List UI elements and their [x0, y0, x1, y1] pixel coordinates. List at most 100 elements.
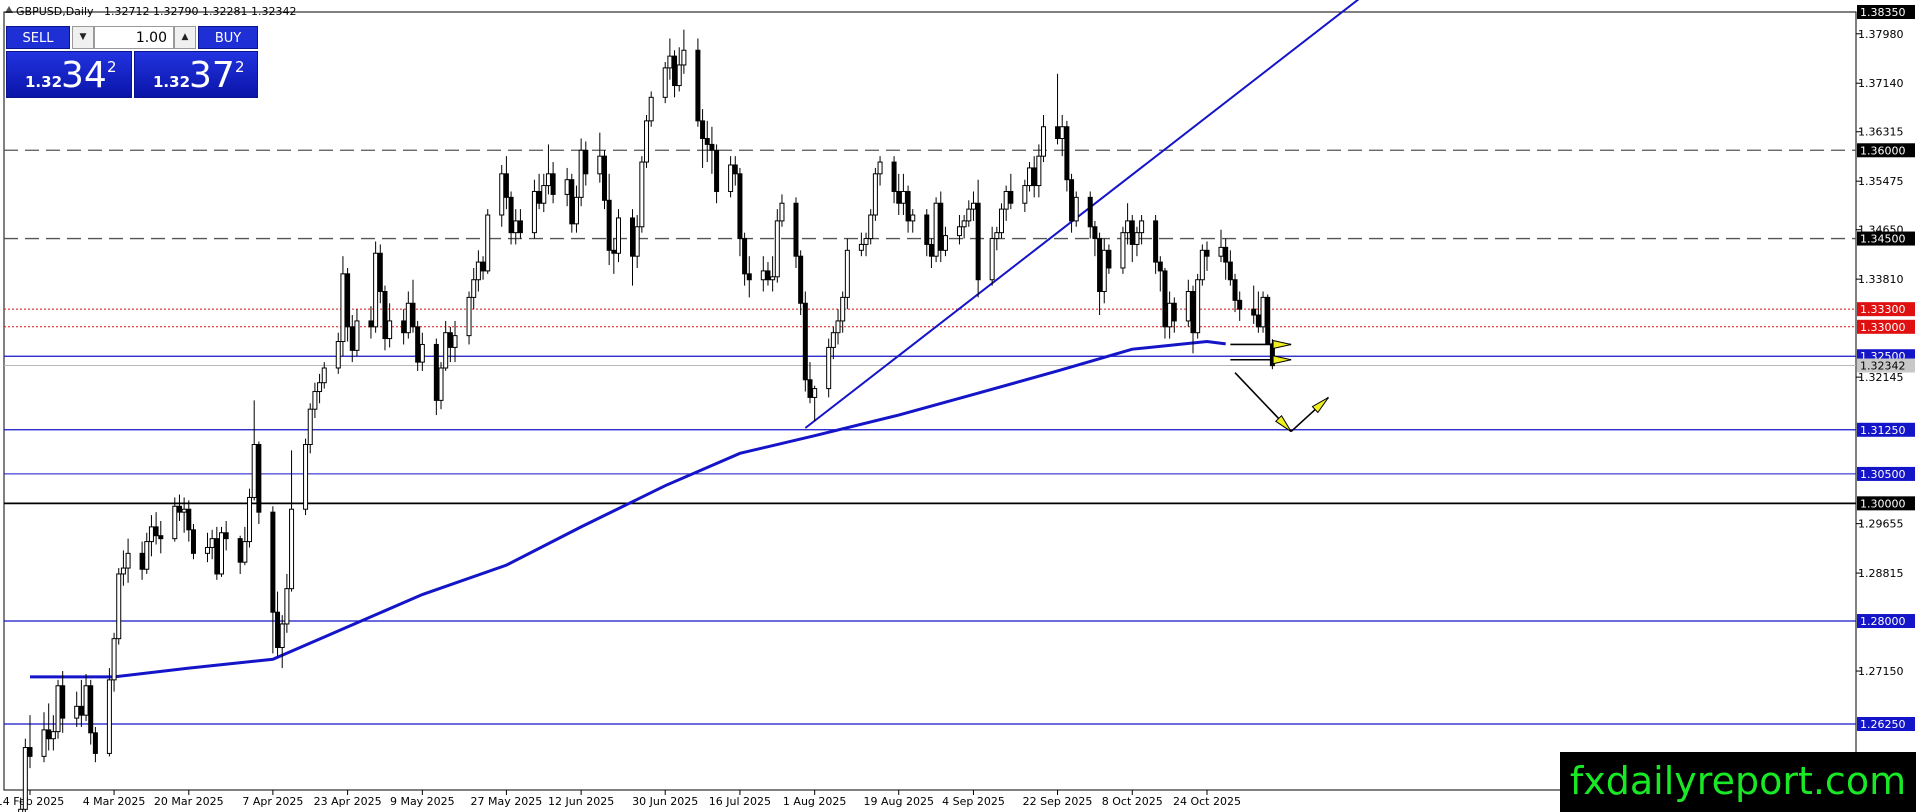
candle-body [1204, 249, 1210, 257]
price-chart[interactable]: GBPUSD,Daily 1.32712 1.32790 1.32281 1.3… [0, 0, 1916, 812]
candle-body [1101, 249, 1107, 293]
candle-body [896, 190, 902, 204]
chart-window[interactable]: GBPUSD,Daily 1.32712 1.32790 1.32281 1.3… [0, 0, 1916, 812]
candle-body [1162, 270, 1168, 328]
candle-body [956, 226, 962, 237]
candle-body [793, 202, 799, 257]
candle-body [700, 120, 706, 140]
candle-body [125, 552, 131, 569]
lot-increase-button[interactable]: ▲ [174, 26, 196, 49]
candle-body [443, 332, 449, 369]
bid-price-sup: 2 [107, 58, 117, 76]
candle-body [994, 232, 1000, 240]
candle-body [78, 705, 84, 716]
candle-body [340, 273, 346, 343]
candle-body [536, 190, 542, 204]
candle-body [158, 535, 164, 540]
candle-body [807, 379, 813, 398]
candle-body [256, 443, 262, 513]
price-tick-label: 1.35475 [1858, 175, 1904, 188]
candle-body [466, 296, 472, 337]
candle-body [900, 190, 906, 204]
candle-body [1265, 296, 1271, 345]
candle-body [732, 164, 738, 175]
candle-body [499, 173, 505, 216]
candle-body [354, 320, 360, 351]
candle-body [1120, 232, 1126, 269]
candle-body [938, 202, 944, 251]
bid-price-prefix: 1.32 [25, 73, 63, 91]
candle-body [1185, 291, 1191, 322]
candle-body [564, 179, 570, 195]
candle-body [872, 173, 878, 216]
price-level-label: 1.36000 [1860, 144, 1906, 157]
buy-button[interactable]: BUY [198, 26, 258, 49]
ask-price-sup: 2 [235, 58, 245, 76]
candle-body [480, 261, 486, 272]
candle-body [438, 367, 444, 401]
candle-body [779, 202, 785, 222]
candle-body [503, 173, 509, 198]
candle-body [41, 729, 47, 757]
candle-body [998, 208, 1004, 234]
candle-body [1134, 232, 1140, 245]
candle-body [247, 496, 253, 543]
candle-body [541, 185, 547, 204]
candle-body [1027, 167, 1033, 187]
bid-price-button[interactable]: 1.32 34 2 [6, 51, 132, 98]
candle-body [1232, 279, 1238, 301]
candle-body [630, 217, 636, 257]
price-level-label: 1.38350 [1860, 6, 1906, 19]
date-tick-label: 9 May 2025 [390, 795, 455, 808]
date-tick-label: 24 Oct 2025 [1173, 795, 1241, 808]
lot-decrease-button[interactable]: ▼ [72, 26, 94, 49]
candle-body [214, 538, 220, 575]
candle-body [92, 732, 98, 754]
candle-body [942, 235, 948, 251]
candle-body [1003, 190, 1009, 210]
candle-body [50, 731, 56, 740]
candle-body [1190, 291, 1196, 334]
sell-button[interactable]: SELL [6, 26, 70, 49]
triangle-up-icon: ▲ [181, 32, 189, 42]
candle-body [863, 238, 869, 245]
candle-body [868, 214, 874, 240]
price-level-label: 1.32342 [1860, 360, 1906, 373]
date-tick-label: 22 Sep 2025 [1023, 795, 1093, 808]
candle-body [176, 505, 182, 513]
candle-body [928, 243, 934, 257]
date-tick-label: 27 May 2025 [471, 795, 543, 808]
candle-body [508, 196, 514, 234]
candle-body [830, 332, 836, 348]
date-tick-label: 16 Jul 2025 [709, 795, 771, 808]
candle-body [662, 67, 668, 98]
ask-price-button[interactable]: 1.32 37 2 [134, 51, 258, 98]
candle-body [639, 161, 645, 228]
candle-body [545, 173, 551, 187]
candle-body [1260, 296, 1266, 328]
candle-body [1022, 185, 1028, 204]
candle-body [770, 276, 776, 281]
projection-arrow-head [1272, 339, 1292, 350]
lot-size-input[interactable] [94, 26, 174, 49]
candle-body [139, 552, 145, 570]
price-level-label: 1.26250 [1860, 718, 1906, 731]
candle-body [933, 202, 939, 257]
candle-body [1139, 220, 1145, 234]
candle-body [447, 332, 453, 348]
candle-body [415, 326, 421, 363]
candle-body [802, 302, 808, 381]
price-tick-label: 1.29655 [1858, 518, 1904, 531]
date-tick-label: 1 Aug 2025 [783, 795, 846, 808]
candle-body [1092, 226, 1098, 240]
candle-body [531, 190, 537, 234]
candle-body [275, 611, 281, 649]
candle-body [419, 343, 425, 363]
one-click-trading-panel: SELL ▼ ▲ BUY 1.32 34 2 1.32 37 2 [6, 26, 258, 98]
candle-body [583, 149, 589, 175]
candle-body [148, 526, 154, 543]
candle-body [550, 173, 556, 195]
date-tick-label: 7 Apr 2025 [242, 795, 303, 808]
candle-body [120, 567, 126, 575]
candle-body [760, 270, 766, 281]
